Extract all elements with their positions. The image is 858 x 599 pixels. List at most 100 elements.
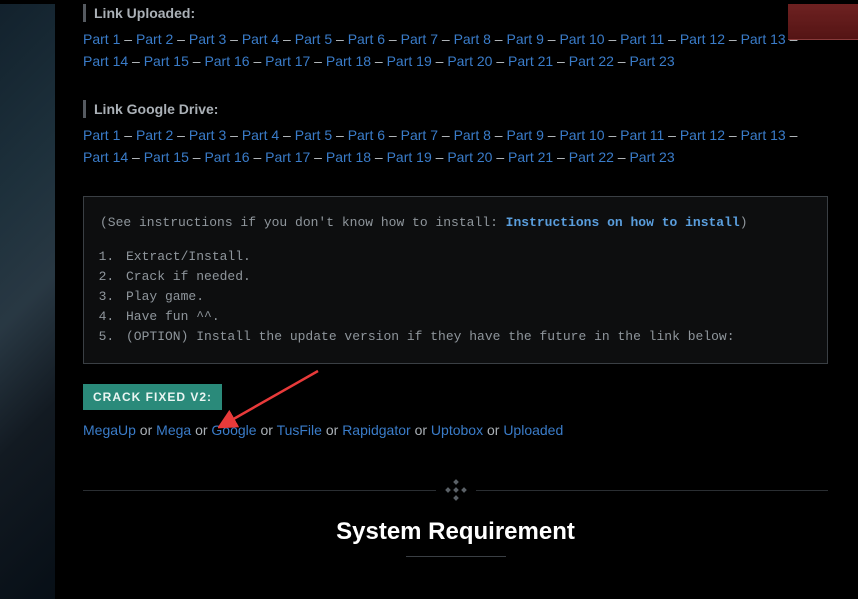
part-separator: –: [725, 127, 741, 143]
part-separator: –: [432, 149, 448, 165]
part-separator: –: [128, 149, 144, 165]
part-separator: –: [491, 31, 507, 47]
part-separator: –: [385, 127, 401, 143]
divider-line-right: [476, 490, 829, 491]
part-link[interactable]: Part 23: [629, 149, 674, 165]
part-separator: –: [492, 149, 508, 165]
part-link[interactable]: Part 1: [83, 127, 120, 143]
divider-dots-icon: [446, 480, 466, 500]
part-link[interactable]: Part 17: [265, 53, 310, 69]
part-link[interactable]: Part 15: [144, 149, 189, 165]
crack-link[interactable]: Rapidgator: [342, 422, 411, 438]
part-link[interactable]: Part 14: [83, 53, 128, 69]
part-separator: –: [120, 31, 136, 47]
part-separator: –: [189, 149, 205, 165]
crack-link-separator: or: [411, 422, 431, 438]
link-uploaded-label: Link Uploaded:: [83, 4, 828, 22]
part-link[interactable]: Part 2: [136, 31, 173, 47]
part-link[interactable]: Part 18: [326, 149, 371, 165]
crack-links-line: MegaUp or Mega or Google or TusFile or R…: [83, 420, 828, 440]
crack-link-separator: or: [322, 422, 342, 438]
part-separator: –: [332, 31, 348, 47]
part-link[interactable]: Part 20: [447, 53, 492, 69]
part-link[interactable]: Part 19: [387, 149, 432, 165]
part-link[interactable]: Part 13: [741, 127, 786, 143]
part-link[interactable]: Part 9: [507, 127, 544, 143]
part-separator: –: [128, 53, 144, 69]
crack-link-separator: or: [257, 422, 277, 438]
part-link[interactable]: Part 3: [189, 31, 226, 47]
part-link[interactable]: Part 12: [680, 127, 725, 143]
system-requirement-underline: [406, 556, 506, 557]
part-link[interactable]: Part 10: [559, 31, 604, 47]
part-link[interactable]: Part 8: [454, 31, 491, 47]
part-separator: –: [310, 149, 326, 165]
part-link[interactable]: Part 17: [265, 149, 310, 165]
part-separator: –: [279, 31, 295, 47]
part-separator: –: [664, 127, 680, 143]
part-link[interactable]: Part 4: [242, 31, 279, 47]
part-link[interactable]: Part 23: [629, 53, 674, 69]
part-link[interactable]: Part 4: [242, 127, 279, 143]
part-separator: –: [385, 31, 401, 47]
part-link[interactable]: Part 14: [83, 149, 128, 165]
crack-link[interactable]: Uptobox: [431, 422, 483, 438]
instructions-steps: Extract/Install.Crack if needed.Play gam…: [100, 247, 811, 347]
part-link[interactable]: Part 5: [295, 127, 332, 143]
part-link[interactable]: Part 5: [295, 31, 332, 47]
part-separator: –: [173, 31, 189, 47]
instructions-link[interactable]: Instructions on how to install: [506, 215, 740, 230]
part-separator: –: [664, 31, 680, 47]
part-separator: –: [605, 31, 621, 47]
part-link[interactable]: Part 12: [680, 31, 725, 47]
part-link[interactable]: Part 16: [204, 149, 249, 165]
part-link[interactable]: Part 16: [204, 53, 249, 69]
instruction-step: Play game.: [122, 287, 811, 307]
part-separator: –: [605, 127, 621, 143]
part-link[interactable]: Part 10: [559, 127, 604, 143]
part-separator: –: [491, 127, 507, 143]
part-link[interactable]: Part 8: [454, 127, 491, 143]
instructions-prefix: (See instructions if you don't know how …: [100, 215, 506, 230]
part-separator: –: [120, 127, 136, 143]
part-link[interactable]: Part 22: [569, 53, 614, 69]
part-link[interactable]: Part 21: [508, 53, 553, 69]
crack-link[interactable]: Google: [211, 422, 256, 438]
part-link[interactable]: Part 1: [83, 31, 120, 47]
crack-link[interactable]: MegaUp: [83, 422, 136, 438]
part-link[interactable]: Part 15: [144, 53, 189, 69]
part-separator: –: [614, 53, 630, 69]
part-link[interactable]: Part 7: [401, 31, 438, 47]
crack-link-separator: or: [191, 422, 211, 438]
part-separator: –: [786, 31, 798, 47]
part-link[interactable]: Part 22: [569, 149, 614, 165]
part-separator: –: [279, 127, 295, 143]
part-separator: –: [725, 31, 741, 47]
part-link[interactable]: Part 7: [401, 127, 438, 143]
part-separator: –: [226, 127, 242, 143]
crack-link[interactable]: Mega: [156, 422, 191, 438]
instruction-step: Have fun ^^.: [122, 307, 811, 327]
crack-fixed-badge: CRACK FIXED V2:: [83, 384, 222, 410]
part-separator: –: [250, 53, 266, 69]
parts-list-uploaded: Part 1 – Part 2 – Part 3 – Part 4 – Part…: [83, 28, 828, 72]
crack-link[interactable]: TusFile: [277, 422, 322, 438]
part-link[interactable]: Part 6: [348, 127, 385, 143]
part-link[interactable]: Part 18: [326, 53, 371, 69]
part-link[interactable]: Part 19: [387, 53, 432, 69]
part-link[interactable]: Part 11: [620, 127, 664, 143]
part-link[interactable]: Part 3: [189, 127, 226, 143]
crack-link[interactable]: Uploaded: [503, 422, 563, 438]
part-link[interactable]: Part 6: [348, 31, 385, 47]
instruction-step: Crack if needed.: [122, 267, 811, 287]
part-link[interactable]: Part 13: [741, 31, 786, 47]
part-link[interactable]: Part 2: [136, 127, 173, 143]
part-link[interactable]: Part 9: [507, 31, 544, 47]
part-separator: –: [432, 53, 448, 69]
part-link[interactable]: Part 21: [508, 149, 553, 165]
part-separator: –: [492, 53, 508, 69]
part-link[interactable]: Part 20: [447, 149, 492, 165]
part-link[interactable]: Part 11: [620, 31, 664, 47]
part-separator: –: [189, 53, 205, 69]
part-separator: –: [438, 127, 454, 143]
